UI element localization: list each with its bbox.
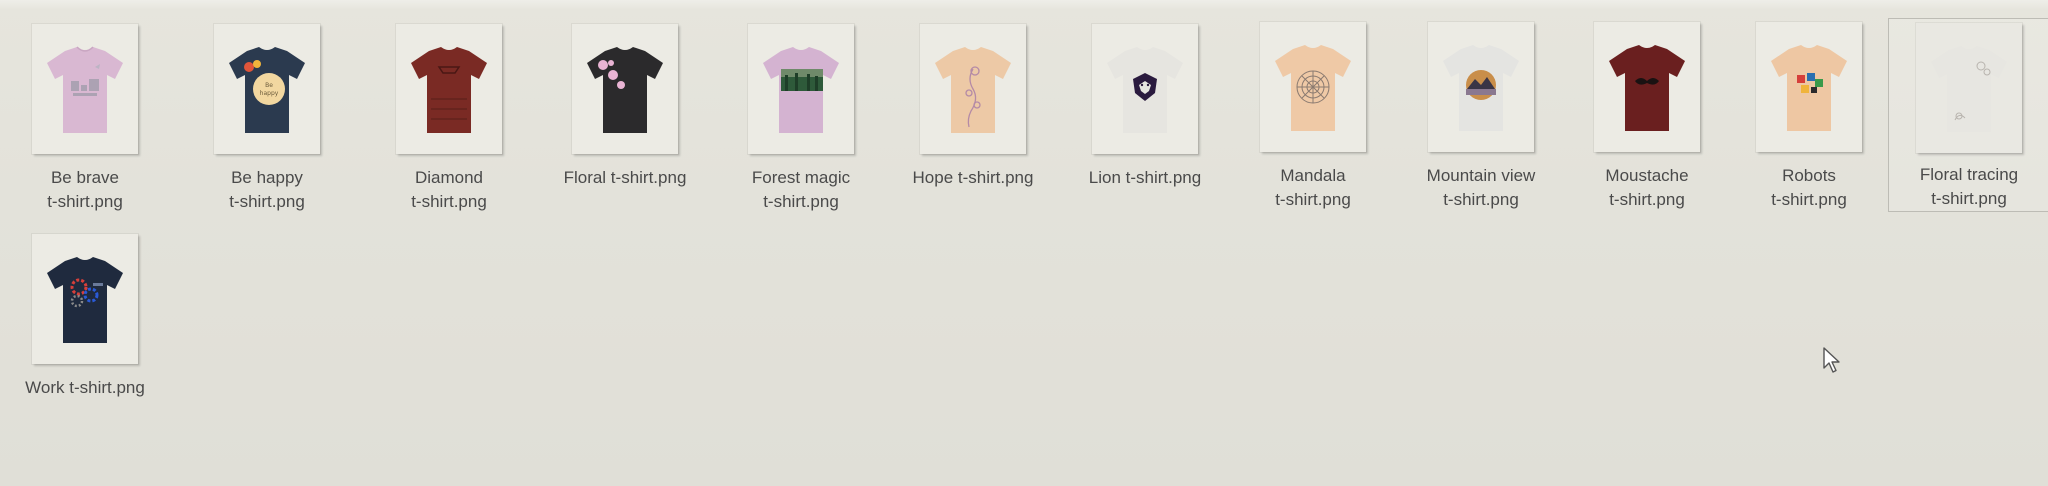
thumbnail[interactable] bbox=[1428, 22, 1534, 152]
file-grid[interactable]: Be brave t-shirt.png Be happy Be happy t… bbox=[0, 0, 2048, 486]
file-name[interactable]: Floral tracing t-shirt.png bbox=[1889, 163, 2048, 211]
thumbnail[interactable] bbox=[32, 24, 138, 154]
file-name[interactable]: Forest magic t-shirt.png bbox=[716, 166, 886, 214]
file-name-line: Be happy bbox=[231, 168, 303, 187]
file-name-line: Hope t-shirt.png bbox=[912, 168, 1034, 187]
file-name-line: t-shirt.png bbox=[1609, 190, 1685, 209]
file-name[interactable]: Be happy t-shirt.png bbox=[182, 166, 352, 214]
thumbnail[interactable] bbox=[1260, 22, 1366, 152]
thumbnail[interactable] bbox=[1092, 24, 1198, 154]
tshirt-icon bbox=[47, 46, 123, 133]
file-name-line: Be brave bbox=[50, 168, 120, 187]
file-name-line: t-shirt.png bbox=[1275, 190, 1351, 209]
file-item-lion[interactable]: Lion t-shirt.png bbox=[1060, 24, 1230, 224]
file-name[interactable]: Mandala t-shirt.png bbox=[1228, 164, 1398, 212]
file-name-line: Floral t-shirt.png bbox=[563, 168, 687, 187]
file-item-moustache[interactable]: Moustache t-shirt.png bbox=[1562, 22, 1732, 222]
tshirt-icon bbox=[1931, 46, 2007, 132]
file-name[interactable]: Moustache t-shirt.png bbox=[1562, 164, 1732, 212]
file-item-forest-magic[interactable]: Forest magic t-shirt.png bbox=[716, 24, 886, 224]
file-item-diamond[interactable]: Diamond t-shirt.png bbox=[364, 24, 534, 224]
file-name-line: t-shirt.png bbox=[229, 192, 305, 211]
file-name-line: t-shirt.png bbox=[1771, 190, 1847, 209]
tshirt-icon bbox=[47, 257, 123, 343]
tshirt-icon bbox=[1771, 45, 1847, 131]
file-name[interactable]: Diamond t-shirt.png bbox=[364, 166, 534, 214]
file-item-mandala[interactable]: Mandala t-shirt.png bbox=[1228, 22, 1398, 222]
file-name-line: Forest magic bbox=[751, 168, 851, 187]
thumbnail[interactable] bbox=[1916, 23, 2022, 153]
thumbnail[interactable]: Be happy bbox=[214, 24, 320, 154]
file-name[interactable]: Be brave t-shirt.png bbox=[0, 166, 170, 214]
tshirt-icon bbox=[1107, 47, 1183, 133]
file-item-be-happy[interactable]: Be happy Be happy t-shirt.png bbox=[182, 24, 352, 224]
tshirt-icon bbox=[411, 47, 487, 133]
tshirt-icon bbox=[763, 47, 839, 133]
thumbnail[interactable] bbox=[920, 24, 1026, 154]
file-name[interactable]: Mountain view t-shirt.png bbox=[1396, 164, 1566, 212]
file-name-line: Mandala bbox=[1280, 166, 1346, 185]
thumbnail[interactable] bbox=[572, 24, 678, 154]
file-item-robots[interactable]: Robots t-shirt.png bbox=[1724, 22, 1894, 222]
file-name-line: t-shirt.png bbox=[1931, 189, 2007, 208]
tshirt-icon: Be happy bbox=[229, 47, 305, 133]
thumbnail[interactable] bbox=[1756, 22, 1862, 152]
file-item-work[interactable]: Work t-shirt.png bbox=[0, 234, 170, 434]
file-item-floral-tracing[interactable]: Floral tracing t-shirt.png bbox=[1888, 18, 2048, 212]
svg-text:happy: happy bbox=[260, 90, 279, 97]
arrow-pointer-icon bbox=[1823, 347, 1840, 373]
file-item-hope[interactable]: Hope t-shirt.png bbox=[888, 24, 1058, 224]
thumbnail[interactable] bbox=[748, 24, 854, 154]
thumbnail[interactable] bbox=[1594, 22, 1700, 152]
file-name[interactable]: Hope t-shirt.png bbox=[888, 166, 1058, 190]
file-name-line: Diamond bbox=[414, 168, 484, 187]
file-name-line: t-shirt.png bbox=[763, 192, 839, 211]
svg-text:Be: Be bbox=[265, 82, 273, 89]
file-name[interactable]: Floral t-shirt.png bbox=[540, 166, 710, 190]
file-name-line: Moustache bbox=[1605, 166, 1689, 185]
file-name[interactable]: Robots t-shirt.png bbox=[1724, 164, 1894, 212]
file-name-line: t-shirt.png bbox=[411, 192, 487, 211]
thumbnail[interactable] bbox=[396, 24, 502, 154]
file-item-mountain-view[interactable]: Mountain view t-shirt.png bbox=[1396, 22, 1566, 222]
file-name[interactable]: Lion t-shirt.png bbox=[1060, 166, 1230, 190]
tshirt-icon bbox=[935, 47, 1011, 133]
tshirt-icon bbox=[1275, 45, 1351, 131]
file-name-line: Lion t-shirt.png bbox=[1088, 168, 1202, 187]
file-name-line: Work t-shirt.png bbox=[25, 378, 145, 397]
tshirt-icon bbox=[587, 47, 663, 133]
file-name-line: t-shirt.png bbox=[1443, 190, 1519, 209]
file-name-line: Floral tracing bbox=[1919, 165, 2019, 184]
tshirt-icon bbox=[1443, 45, 1519, 131]
tshirt-icon bbox=[1609, 45, 1685, 131]
file-name-line: Robots bbox=[1782, 166, 1836, 185]
file-name-line: Mountain view bbox=[1426, 166, 1536, 185]
thumbnail[interactable] bbox=[32, 234, 138, 364]
file-name[interactable]: Work t-shirt.png bbox=[0, 376, 170, 400]
file-item-be-brave[interactable]: Be brave t-shirt.png bbox=[0, 24, 170, 224]
file-item-floral[interactable]: Floral t-shirt.png bbox=[540, 24, 710, 224]
file-name-line: t-shirt.png bbox=[47, 192, 123, 211]
